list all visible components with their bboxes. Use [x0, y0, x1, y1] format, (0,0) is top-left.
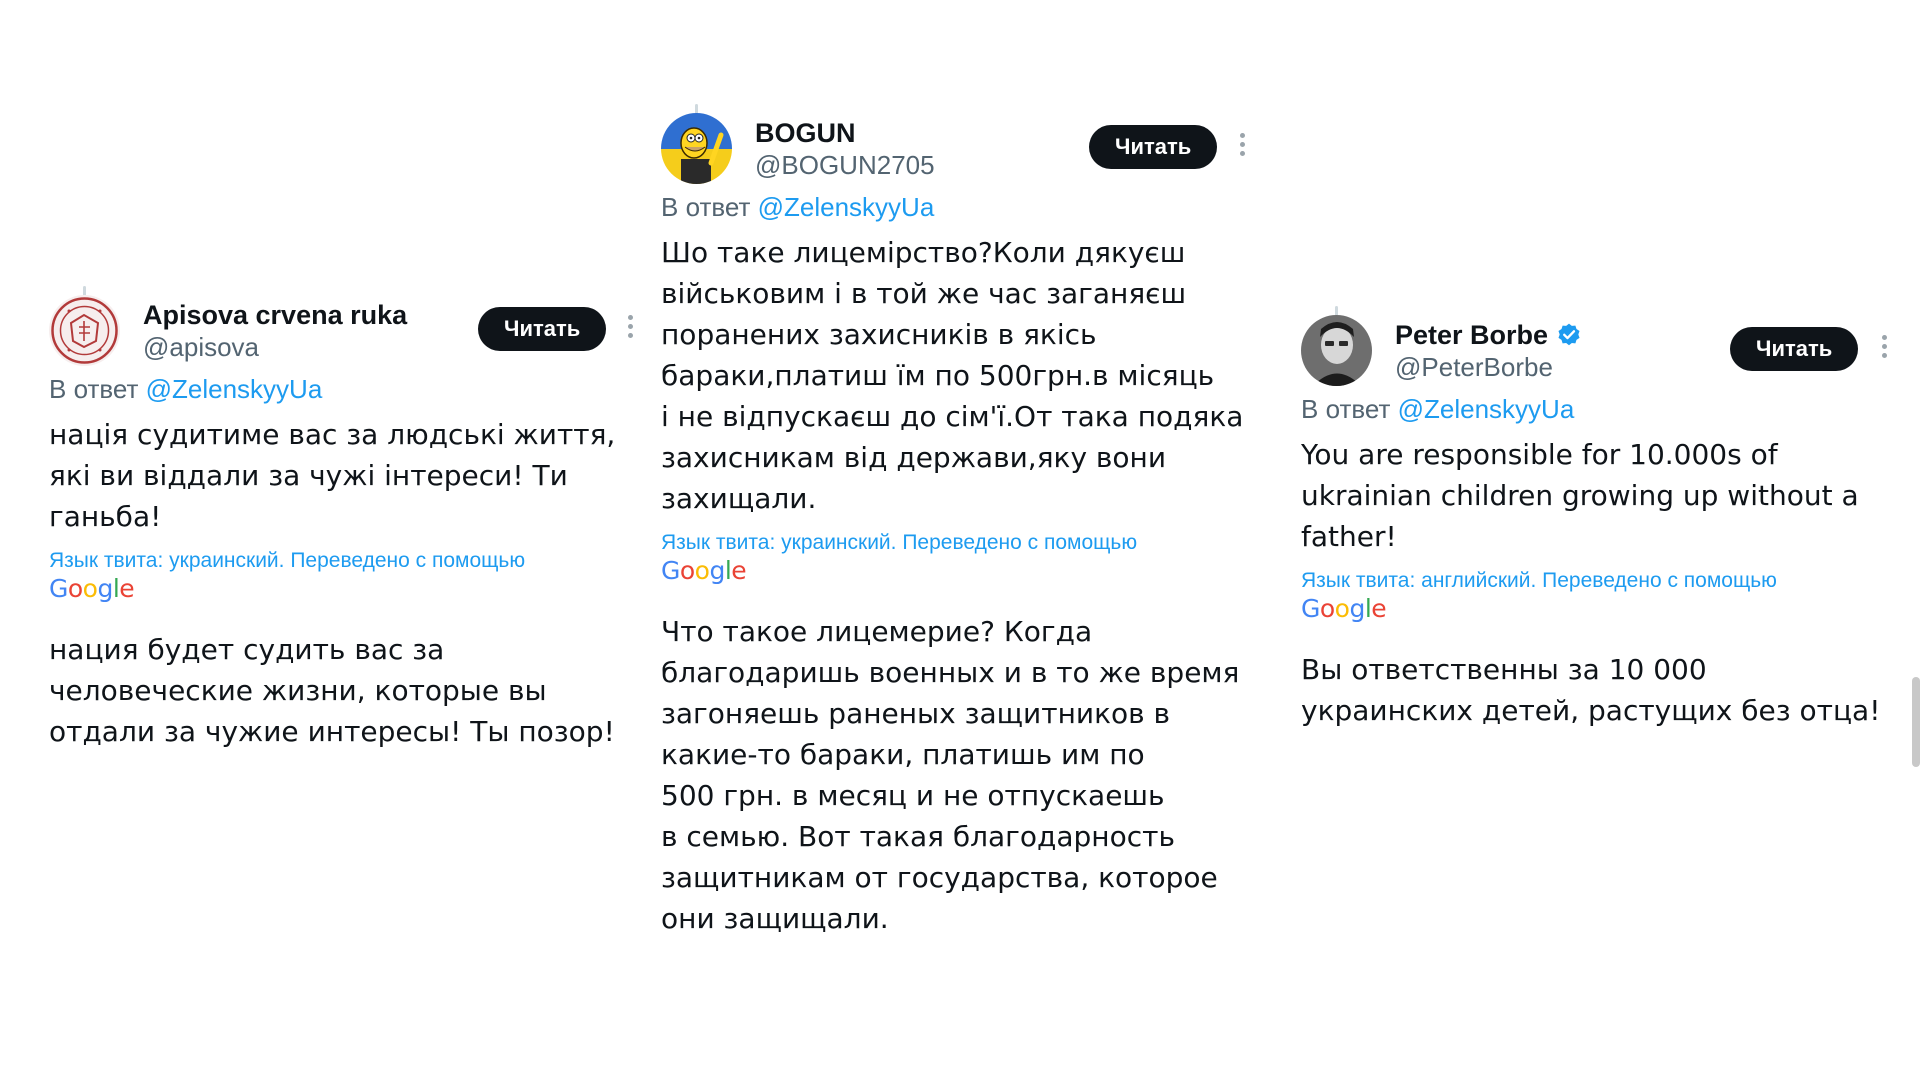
- google-letter: o: [694, 556, 710, 585]
- cartoon-character-avatar-icon: [661, 113, 732, 184]
- translated-text: Что такое лицемерие? Когда благодаришь в…: [661, 615, 1240, 935]
- tweet-header: Peter Borbe @PeterBorbe Читать: [1301, 302, 1901, 392]
- tweet-header: BOGUN @BOGUN2705 Читать: [661, 100, 1266, 190]
- reply-context: В ответ @ZelenskyyUa: [661, 190, 1266, 224]
- user-handle[interactable]: @PeterBorbe: [1395, 351, 1582, 383]
- reply-to-link[interactable]: @ZelenskyyUa: [146, 374, 323, 404]
- tweet-text: нація судитиме вас за людські життя, які…: [49, 418, 616, 533]
- follow-button[interactable]: Читать: [478, 307, 607, 351]
- display-name[interactable]: BOGUN: [755, 117, 935, 149]
- google-letter: e: [119, 574, 135, 603]
- google-letter: G: [661, 556, 680, 585]
- translation-note-text: Язык твита: украинский. Переведено с пом…: [49, 549, 526, 572]
- display-name[interactable]: Peter Borbe: [1395, 319, 1582, 351]
- google-letter: e: [1371, 594, 1387, 623]
- scrollbar-thumb[interactable]: [1912, 677, 1920, 767]
- display-name[interactable]: Apisova crvena ruka: [143, 299, 407, 331]
- reply-to-link[interactable]: @ZelenskyyUa: [758, 192, 935, 222]
- more-options-icon[interactable]: [1239, 133, 1245, 159]
- tweet-text: Шо таке лицемірство?Коли дякуєш військов…: [661, 236, 1244, 515]
- reply-context: В ответ @ZelenskyyUa: [1301, 392, 1901, 426]
- reply-prefix: В ответ: [1301, 394, 1391, 424]
- more-options-icon[interactable]: [627, 315, 633, 341]
- google-letter: G: [49, 574, 68, 603]
- google-letter: o: [1334, 594, 1350, 623]
- display-name-text[interactable]: Peter Borbe: [1395, 319, 1548, 351]
- profile-photo-avatar-icon: [1301, 315, 1372, 386]
- tweet-text: You are responsible for 10.000s of ukrai…: [1301, 438, 1859, 553]
- tweet-header: Apisova crvena ruka @apisova Читать: [49, 282, 639, 372]
- avatar[interactable]: [661, 113, 732, 184]
- translation-note-text: Язык твита: английский. Переведено с пом…: [1301, 569, 1777, 592]
- google-letter: o: [1319, 594, 1335, 623]
- google-logo: Google: [661, 557, 1266, 585]
- follow-button[interactable]: Читать: [1089, 125, 1218, 169]
- translation-note-text: Язык твита: украинский. Переведено с пом…: [661, 531, 1138, 554]
- follow-button[interactable]: Читать: [1730, 327, 1859, 371]
- translated-text: нация будет судить вас за человеческие ж…: [49, 633, 615, 748]
- avatar[interactable]: [1301, 315, 1372, 386]
- user-name-block[interactable]: Apisova crvena ruka @apisova: [143, 299, 407, 363]
- user-handle[interactable]: @apisova: [143, 331, 407, 363]
- reply-prefix: В ответ: [49, 374, 139, 404]
- google-letter: o: [679, 556, 695, 585]
- google-letter: o: [67, 574, 83, 603]
- translated-text: Вы ответственны за 10 000 украинских дет…: [1301, 653, 1881, 727]
- google-logo: Google: [1301, 595, 1901, 623]
- verified-badge-icon: [1558, 323, 1580, 346]
- google-logo: Google: [49, 575, 639, 603]
- google-letter: o: [82, 574, 98, 603]
- tweet-card: Peter Borbe @PeterBorbe Читать В ответ @…: [1301, 302, 1901, 731]
- user-name-block[interactable]: Peter Borbe @PeterBorbe: [1395, 319, 1582, 383]
- translation-note: Язык твита: украинский. Переведено с пом…: [661, 529, 1266, 585]
- reply-context: В ответ @ZelenskyyUa: [49, 372, 639, 406]
- translation-note: Язык твита: английский. Переведено с пом…: [1301, 567, 1901, 623]
- reply-to-link[interactable]: @ZelenskyyUa: [1398, 394, 1575, 424]
- translation-note: Язык твита: украинский. Переведено с пом…: [49, 547, 639, 603]
- google-letter: g: [709, 556, 725, 585]
- reply-prefix: В ответ: [661, 192, 751, 222]
- user-handle[interactable]: @BOGUN2705: [755, 149, 935, 181]
- more-options-icon[interactable]: [1881, 335, 1887, 361]
- avatar[interactable]: [49, 295, 120, 366]
- tweet-card: Apisova crvena ruka @apisova Читать В от…: [49, 282, 639, 752]
- seal-emblem-avatar-icon: [49, 295, 120, 366]
- user-name-block[interactable]: BOGUN @BOGUN2705: [755, 117, 935, 181]
- google-letter: G: [1301, 594, 1320, 623]
- google-letter: g: [97, 574, 113, 603]
- google-letter: g: [1349, 594, 1365, 623]
- google-letter: e: [731, 556, 747, 585]
- tweet-card: BOGUN @BOGUN2705 Читать В ответ @Zelensk…: [661, 100, 1266, 939]
